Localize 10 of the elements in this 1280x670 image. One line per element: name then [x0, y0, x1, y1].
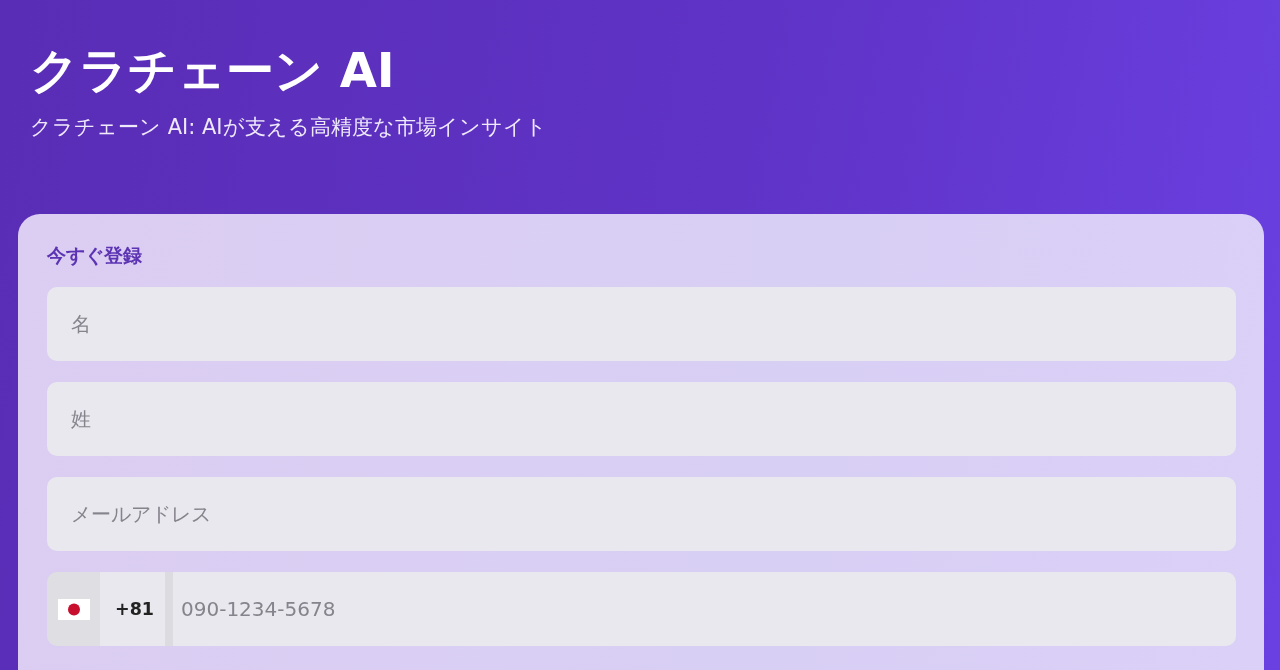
form-heading: 今すぐ登録: [47, 243, 143, 267]
phone-field[interactable]: 090-1234-5678: [165, 572, 1236, 646]
text-field[interactable]: 名: [47, 287, 1236, 361]
flag-icon: [57, 598, 90, 620]
dial-code-text: +81: [100, 572, 165, 646]
page-subtitle: クラチェーン AI: AIが支える高精度な市場インサイト: [30, 114, 548, 141]
text-field[interactable]: メールアドレス: [47, 477, 1236, 551]
text-field[interactable]: 姓: [47, 382, 1236, 456]
page-title: クラチェーン AI: [30, 41, 396, 99]
country-select-button[interactable]: [47, 572, 100, 646]
